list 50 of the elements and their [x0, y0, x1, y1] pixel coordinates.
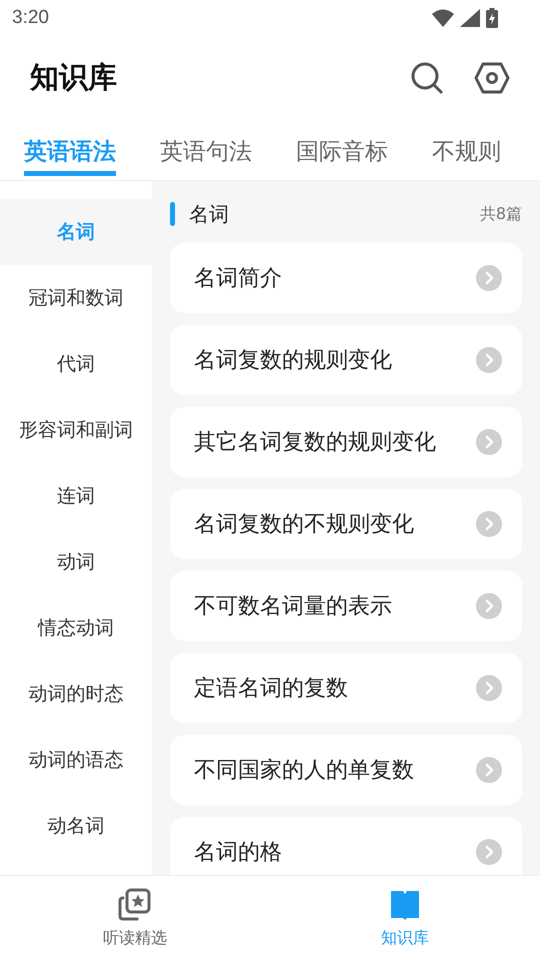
article-title: 不同国家的人的单复数 — [194, 757, 414, 785]
page-title: 知识库 — [30, 59, 117, 96]
sidebar-item[interactable]: 动词的时态 — [0, 661, 152, 727]
article-title: 名词简介 — [194, 265, 282, 293]
article-card[interactable]: 名词复数的规则变化 — [170, 325, 522, 395]
chevron-icon — [476, 265, 502, 291]
article-card[interactable]: 名词复数的不规则变化 — [170, 489, 522, 559]
chevron-icon — [476, 511, 502, 537]
wifi-icon — [432, 9, 454, 27]
search-icon[interactable] — [410, 61, 444, 95]
article-card[interactable]: 名词简介 — [170, 243, 522, 313]
article-title: 不可数名词量的表示 — [194, 593, 392, 621]
chevron-icon — [476, 347, 502, 373]
article-card[interactable]: 不可数名词量的表示 — [170, 571, 522, 641]
chevron-icon — [476, 593, 502, 619]
article-card[interactable]: 定语名词的复数 — [170, 653, 522, 723]
category-tab[interactable]: 国际音标 — [296, 120, 388, 176]
article-card[interactable]: 名词的格 — [170, 817, 522, 875]
sidebar-item[interactable]: 连词 — [0, 463, 152, 529]
nav-item[interactable]: 听读精选 — [0, 876, 270, 960]
battery-icon — [486, 8, 498, 28]
article-title: 定语名词的复数 — [194, 675, 348, 703]
article-title: 其它名词复数的规则变化 — [194, 429, 436, 457]
article-count: 共8篇 — [480, 204, 522, 224]
section-title: 名词 — [189, 200, 229, 228]
sidebar-item[interactable]: 动名词 — [0, 793, 152, 859]
signal-icon — [460, 9, 480, 27]
sidebar-item[interactable]: 动词的语态 — [0, 727, 152, 793]
category-tab[interactable]: 英语句法 — [160, 120, 252, 176]
article-title: 名词复数的规则变化 — [194, 347, 392, 375]
article-title: 名词复数的不规则变化 — [194, 511, 414, 539]
sidebar-item[interactable]: 代词 — [0, 331, 152, 397]
chevron-icon — [476, 429, 502, 455]
sidebar-item[interactable]: 情态动词 — [0, 595, 152, 661]
chevron-icon — [476, 839, 502, 865]
sidebar-item[interactable]: 动词 — [0, 529, 152, 595]
chevron-icon — [476, 675, 502, 701]
settings-icon[interactable] — [474, 62, 510, 94]
nav-label: 听读精选 — [103, 928, 167, 948]
section-marker — [170, 202, 175, 226]
article-title: 名词的格 — [194, 839, 282, 867]
star-card-icon — [117, 888, 153, 922]
nav-label: 知识库 — [381, 928, 429, 948]
status-time: 3:20 — [12, 7, 49, 29]
article-card[interactable]: 不同国家的人的单复数 — [170, 735, 522, 805]
article-card[interactable]: 其它名词复数的规则变化 — [170, 407, 522, 477]
sidebar-item[interactable]: 冠词和数词 — [0, 265, 152, 331]
sidebar-item[interactable]: 形容词和副词 — [0, 397, 152, 463]
chevron-icon — [476, 757, 502, 783]
category-tab[interactable]: 不规则 — [432, 120, 501, 176]
